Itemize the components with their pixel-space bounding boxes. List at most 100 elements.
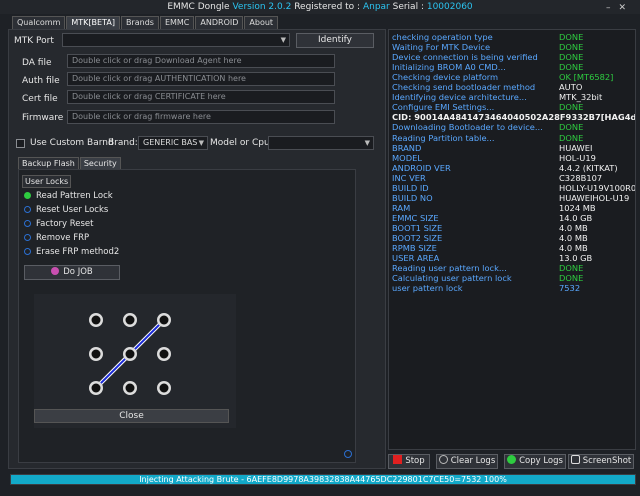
log-line: Reading user pattern lock... DONE [392, 263, 635, 274]
log-line: RPMB SIZE 4.0 MB [392, 243, 635, 254]
log-line: BUILD NO HUAWEIHOL-U19 [392, 192, 635, 203]
main-tabs: Qualcomm MTK[BETA] Brands EMMC ANDROID A… [12, 16, 279, 29]
log-value: OK [MT6582] [559, 72, 614, 83]
radio-icon[interactable] [24, 248, 31, 255]
log-line: Device connection is being verified DONE [392, 52, 635, 62]
log-value: DONE [559, 32, 584, 42]
cert-file-input[interactable]: Double click or drag CERTIFICATE here [67, 90, 335, 104]
auth-file-input[interactable]: Double click or drag AUTHENTICATION here [67, 72, 335, 86]
log-key: Checking device platform [392, 72, 499, 83]
resize-grip-icon [344, 450, 352, 458]
pattern-dot[interactable] [157, 381, 171, 395]
option-factory-reset[interactable]: Factory Reset [24, 219, 94, 229]
log-key: MODEL [392, 152, 422, 163]
clear-icon [438, 455, 448, 464]
tab-android[interactable]: ANDROID [195, 16, 244, 29]
log-value: DONE [559, 273, 584, 284]
log-value: 4.4.2 (KITKAT) [559, 162, 618, 173]
radio-checked-icon[interactable] [24, 192, 31, 199]
registered-user: Anpar [362, 2, 390, 12]
option-erase-frp-method2[interactable]: Erase FRP method2 [24, 247, 119, 257]
tab-about[interactable]: About [244, 16, 279, 29]
log-value: HUAWEI [559, 142, 593, 153]
log-line: Reading Partition table... DONE [392, 132, 635, 143]
close-window-icon[interactable]: ✕ [618, 3, 634, 13]
do-job-button[interactable]: Do JOB [24, 265, 120, 280]
log-key: Reading Partition table... [392, 132, 495, 143]
log-key: checking operation type [392, 32, 493, 42]
mtk-port-select[interactable]: ▼ [62, 33, 290, 47]
custom-brand-checkbox[interactable] [16, 139, 25, 148]
close-button[interactable]: Close [34, 409, 229, 423]
tab-security[interactable]: Security [79, 157, 121, 169]
log-line: INC VER C328B107 [392, 172, 635, 183]
tab-emmc[interactable]: EMMC [159, 16, 195, 29]
stop-icon [393, 455, 403, 464]
screenshot-label: ScreenShot [582, 456, 632, 466]
da-file-input[interactable]: Double click or drag Download Agent here [67, 54, 335, 68]
log-line: checking operation type DONE [392, 32, 635, 42]
option-label: Read Pattren Lock [36, 191, 113, 201]
auth-file-label: Auth file [22, 76, 60, 86]
option-read-pattern-lock[interactable]: Read Pattren Lock [24, 191, 113, 201]
tab-brands[interactable]: Brands [120, 16, 159, 29]
log-value: 7532 [559, 283, 581, 294]
pattern-dot[interactable] [123, 381, 137, 395]
pattern-lock-svg [89, 313, 171, 395]
model-cpu-select[interactable]: ▼ [268, 136, 374, 150]
log-line: user pattern lock 7532 [392, 283, 635, 294]
pattern-dot[interactable] [157, 347, 171, 361]
pattern-dot[interactable] [89, 347, 103, 361]
clear-logs-label: Clear Logs [450, 456, 496, 466]
brand-label: Brand: [108, 138, 138, 148]
stop-label: Stop [405, 456, 425, 466]
registered-label: Registered to : [291, 2, 363, 12]
tab-qualcomm[interactable]: Qualcomm [12, 16, 66, 29]
pattern-dot[interactable] [89, 313, 103, 327]
screenshot-button[interactable]: ScreenShot [568, 454, 634, 469]
log-line: Waiting For MTK Device DONE [392, 42, 635, 52]
chevron-down-icon: ▼ [364, 139, 370, 147]
copy-logs-button[interactable]: Copy Logs [504, 454, 566, 469]
log-key: BUILD ID [392, 182, 429, 193]
log-line: BOOT1 SIZE 4.0 MB [392, 222, 635, 233]
log-value: HUAWEIHOL-U19 [559, 192, 630, 203]
log-line: BRAND HUAWEI [392, 142, 635, 153]
pattern-dot[interactable] [123, 347, 137, 361]
tab-backup-flash[interactable]: Backup Flash [18, 157, 79, 169]
option-label: Factory Reset [36, 219, 94, 229]
tab-mtk[interactable]: MTK[BETA] [66, 16, 120, 29]
copy-icon [507, 455, 517, 464]
radio-icon[interactable] [24, 234, 31, 241]
option-remove-frp[interactable]: Remove FRP [24, 233, 89, 243]
stop-button[interactable]: Stop [388, 454, 430, 469]
minimize-icon[interactable]: – [606, 3, 619, 13]
pattern-dot[interactable] [157, 313, 171, 327]
log-key: BOOT1 SIZE [392, 222, 443, 233]
pattern-dot[interactable] [123, 313, 137, 327]
option-reset-user-locks[interactable]: Reset User Locks [24, 205, 108, 215]
option-label: Erase FRP method2 [36, 247, 120, 257]
log-line: RAM 1024 MB [392, 203, 635, 213]
identify-button[interactable]: Identify [296, 33, 374, 48]
chevron-down-icon: ▼ [198, 139, 204, 147]
radio-icon[interactable] [24, 206, 31, 213]
camera-icon [570, 455, 580, 464]
log-value: 13.0 GB [559, 253, 593, 264]
window-controls: –✕ [606, 1, 634, 15]
firmware-input[interactable]: Double click or drag firmware here [67, 110, 335, 124]
log-line: Identifying device architecture... MTK_32… [392, 92, 635, 103]
log-key: ANDROID VER [392, 162, 451, 173]
log-value: 4.0 MB [559, 243, 588, 254]
sub-tabs: Backup Flash Security [18, 157, 122, 169]
brand-select[interactable]: GENERIC BAS ▼ [138, 136, 208, 150]
log-key: Reading user pattern lock... [392, 263, 507, 274]
da-file-label: DA file [22, 58, 52, 68]
log-key: INC VER [392, 172, 426, 183]
radio-icon[interactable] [24, 220, 31, 227]
copy-logs-label: Copy Logs [519, 456, 563, 466]
log-key: Identifying device architecture... [392, 92, 527, 103]
clear-logs-button[interactable]: Clear Logs [436, 454, 498, 469]
log-line: Initializing BROM A0 CMD... DONE [392, 62, 635, 72]
pattern-dot[interactable] [89, 381, 103, 395]
